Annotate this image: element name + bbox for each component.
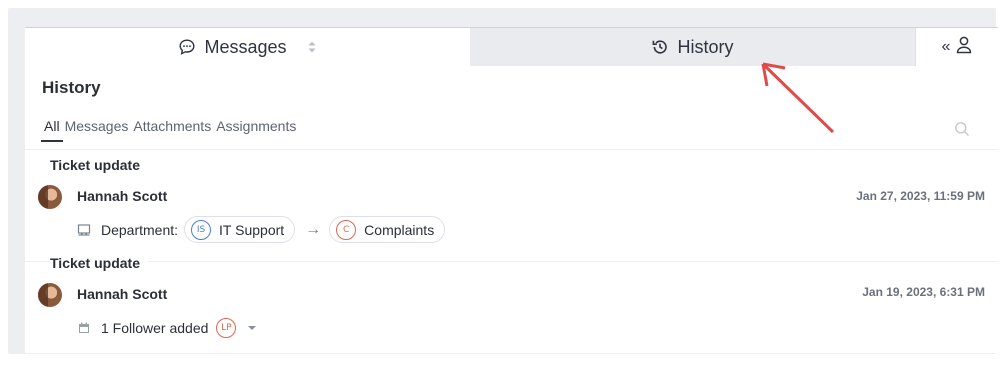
avatar	[38, 283, 62, 307]
divider	[25, 149, 998, 150]
tab-history-label: History	[677, 36, 734, 57]
filter-all[interactable]: All	[41, 118, 63, 142]
department-from-label: IT Support	[219, 221, 285, 238]
department-initials-badge: C	[336, 219, 357, 240]
department-to-label: Complaints	[364, 221, 435, 238]
user-icon	[956, 36, 972, 59]
chat-bubble-icon	[178, 38, 196, 56]
department-label: Department:	[101, 221, 179, 238]
history-panel: Messages History « History All Messages …	[25, 27, 998, 353]
department-initials-badge: IS	[191, 219, 212, 240]
page-title: History	[42, 78, 101, 97]
tab-messages[interactable]: Messages	[25, 28, 470, 66]
entry-detail-department: Department: IS IT Support → C Complaints	[77, 216, 446, 243]
collapse-icon: «	[941, 38, 951, 55]
avatar	[38, 185, 62, 209]
department-icon	[77, 223, 91, 237]
entry-date: Jan 27, 2023, 11:59 PM	[856, 189, 985, 203]
entry-detail-follower: 1 Follower added LP	[77, 318, 258, 338]
tab-bar: Messages History «	[25, 28, 998, 66]
filter-assignments[interactable]: Assignments	[216, 118, 296, 134]
entry-date: Jan 19, 2023, 6:31 PM	[862, 285, 985, 299]
history-filters: All Messages Attachments Assignments	[41, 118, 296, 142]
annotation-arrow-icon	[761, 62, 835, 134]
chevron-down-icon[interactable]	[246, 324, 258, 332]
tab-messages-label: Messages	[204, 36, 287, 57]
filter-messages[interactable]: Messages	[65, 118, 129, 134]
entry-group-label: Ticket update	[50, 255, 148, 271]
follower-initials-badge[interactable]: LP	[216, 318, 237, 338]
search-icon[interactable]	[954, 121, 970, 142]
tab-history[interactable]: History	[470, 28, 915, 66]
department-to-pill[interactable]: C Complaints	[329, 216, 446, 243]
entry-author: Hannah Scott	[77, 188, 168, 204]
tab-user-collapse[interactable]: «	[915, 28, 998, 66]
sort-icon[interactable]	[307, 40, 317, 54]
entry-author: Hannah Scott	[77, 286, 168, 302]
arrow-right-icon: →	[305, 220, 322, 238]
filter-attachments[interactable]: Attachments	[133, 118, 211, 134]
follower-added-text: 1 Follower added	[101, 320, 209, 336]
history-icon	[651, 38, 669, 56]
entry-group-label: Ticket update	[50, 157, 148, 173]
calendar-icon	[77, 321, 91, 335]
department-from-pill[interactable]: IS IT Support	[184, 216, 296, 243]
divider	[25, 261, 998, 262]
